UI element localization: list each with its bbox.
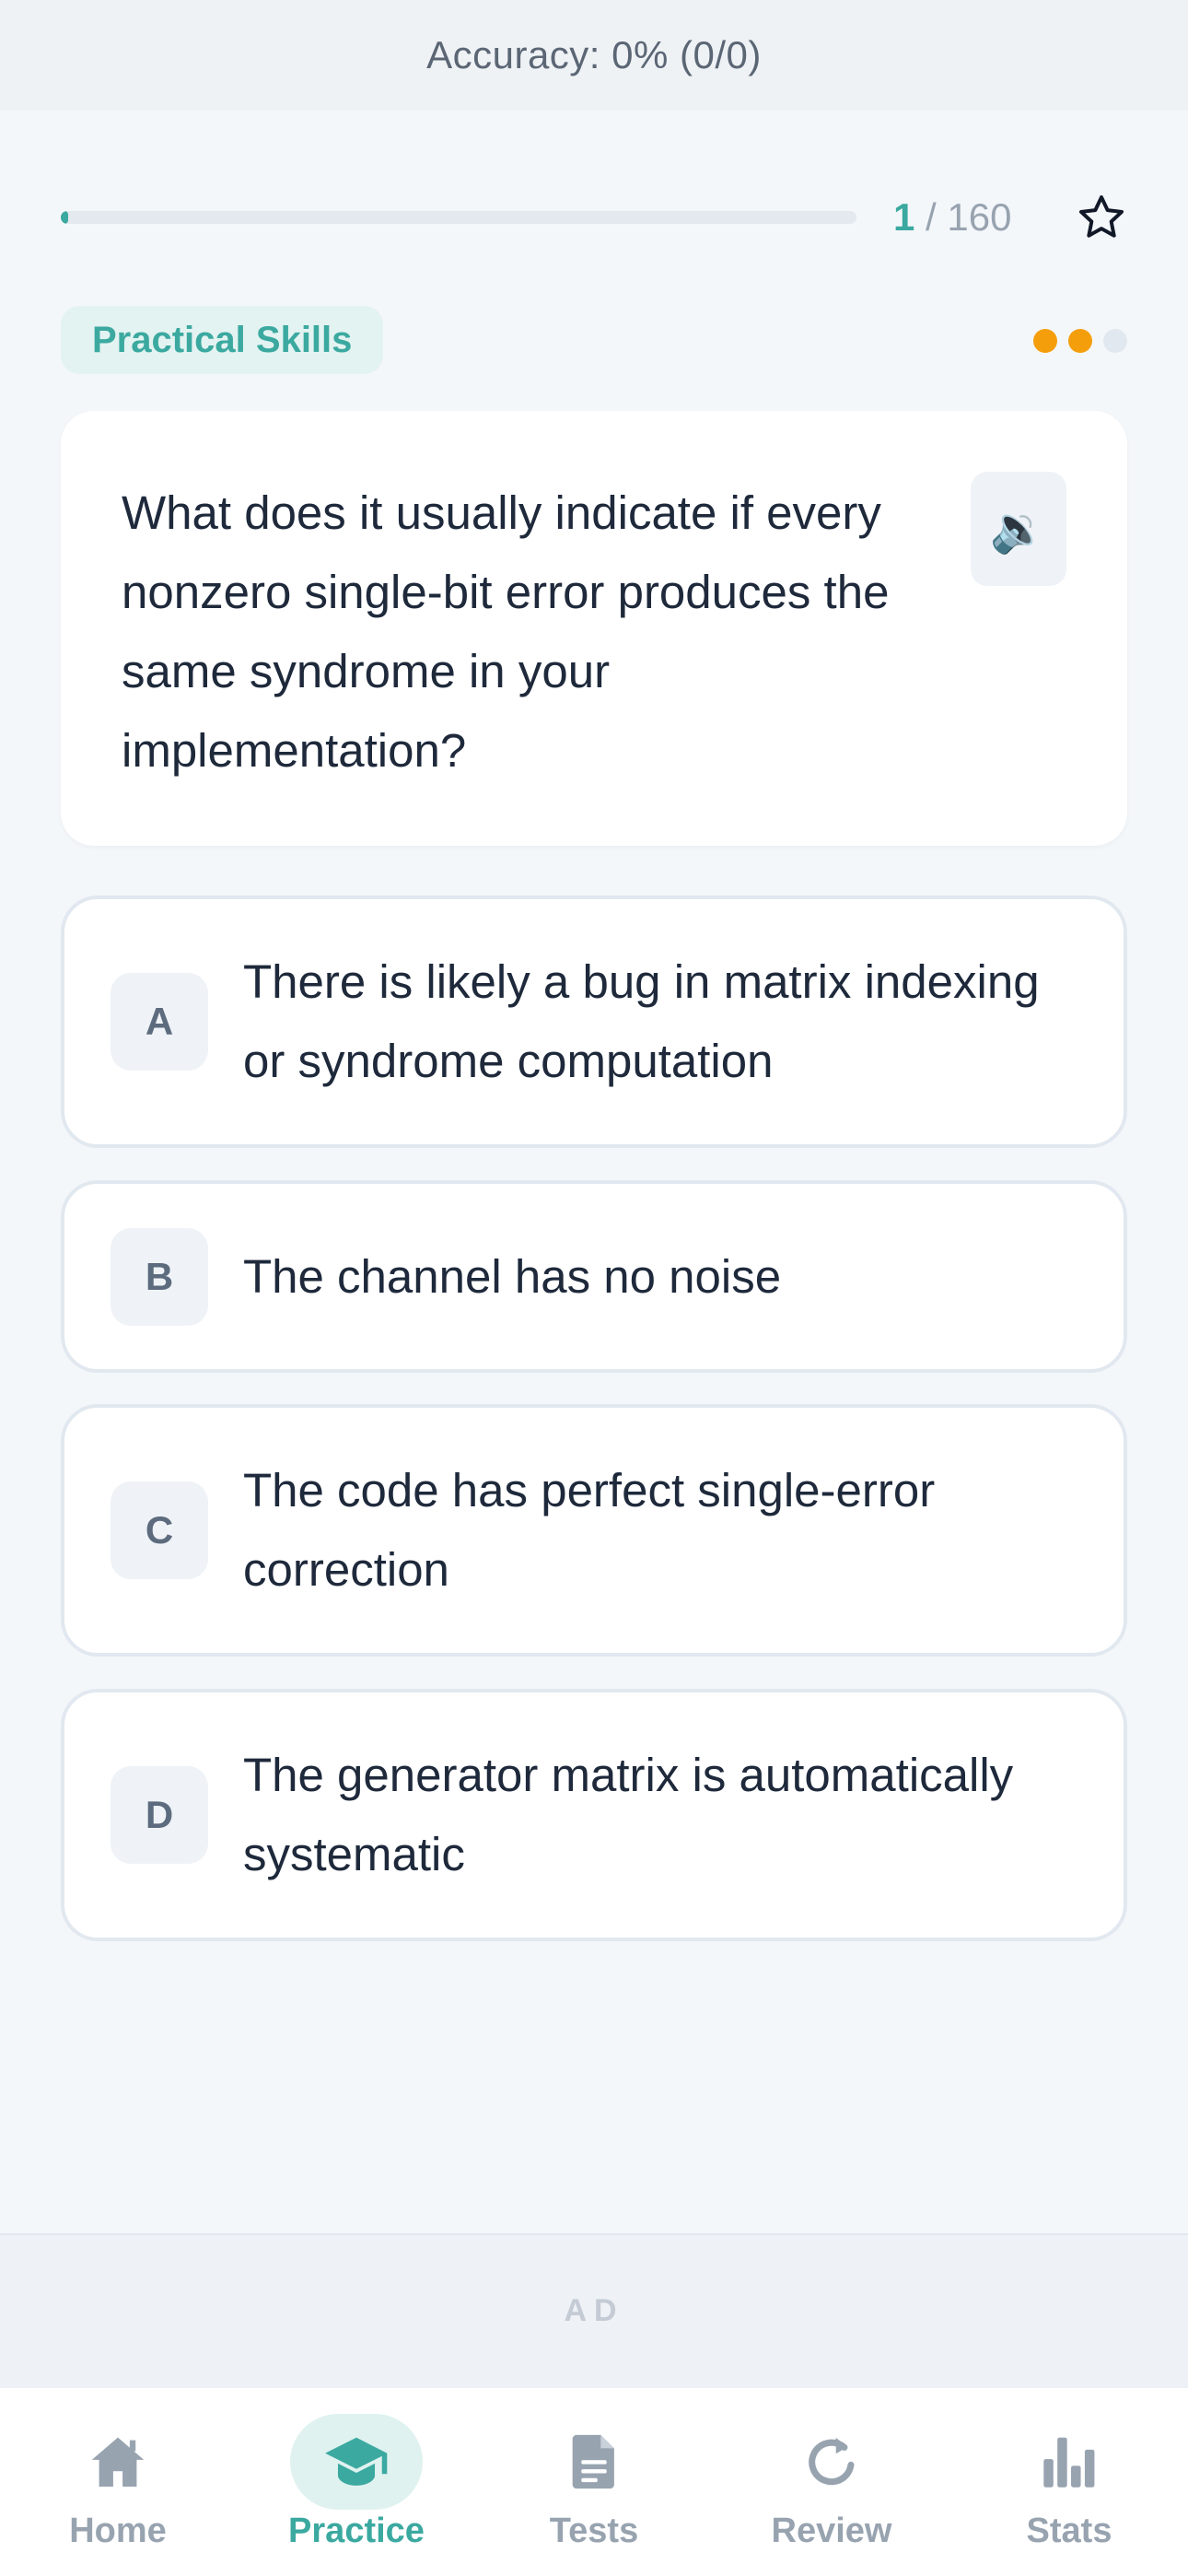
difficulty-dot-filled [1068,329,1092,353]
question-text: What does it usually indicate if every n… [122,486,890,777]
nav-item-home[interactable]: Home [26,2388,210,2576]
option-text: The channel has no noise [243,1249,782,1303]
nav-item-review[interactable]: Review [740,2388,924,2576]
option-letter: D [111,1766,208,1864]
nav-label: Practice [288,2512,425,2550]
accuracy-bar: Accuracy: 0% (0/0) [0,0,1188,111]
answer-option-d[interactable]: D The generator matrix is automatically … [61,1689,1127,1941]
graduation-cap-icon [325,2437,388,2486]
document-icon [572,2434,614,2489]
ad-label: AD [564,2292,624,2328]
option-letter: B [111,1227,208,1326]
option-text: There is likely a bug in matrix indexing… [243,955,1040,1087]
progress-row: 1 / 160 [61,181,1129,254]
difficulty-dot-empty [1103,329,1127,353]
bookmark-button[interactable] [1074,190,1129,245]
speaker-icon: 🔉 [989,503,1048,555]
nav-icon-container [52,2414,184,2510]
star-icon [1078,195,1124,238]
nav-icon-container [290,2414,423,2510]
refresh-icon [809,2437,855,2486]
quiz-screen: Accuracy: 0% (0/0) 1 / 160 Practical Ski… [0,0,1188,2576]
progress-bar-fill [61,211,68,224]
question-card: What does it usually indicate if every n… [61,411,1127,846]
nav-item-practice[interactable]: Practice [264,2388,448,2576]
question-counter: 1 / 160 [893,195,1011,240]
nav-icon-container [1003,2414,1136,2510]
nav-label: Stats [1026,2512,1112,2550]
answer-option-b[interactable]: B The channel has no noise [61,1180,1127,1373]
nav-label: Tests [549,2512,639,2550]
bottom-navigation: Home Practice Tests Review Stats [0,2386,1188,2576]
category-label: Practical Skills [92,319,353,360]
category-badge: Practical Skills [61,306,384,374]
difficulty-indicator [1033,329,1127,353]
nav-item-stats[interactable]: Stats [977,2388,1161,2576]
difficulty-dot-filled [1033,329,1057,353]
nav-item-tests[interactable]: Tests [502,2388,686,2576]
nav-label: Review [771,2512,892,2550]
bar-chart-icon [1043,2437,1095,2488]
nav-label: Home [69,2512,167,2550]
option-letter: C [111,1481,208,1579]
progress-bar [61,211,856,224]
ad-banner[interactable]: AD [0,2233,1188,2386]
answer-option-c[interactable]: C The code has perfect single-error corr… [61,1404,1127,1657]
nav-icon-container [765,2414,898,2510]
read-aloud-button[interactable]: 🔉 [971,472,1066,586]
home-icon [91,2437,145,2487]
option-text: The code has perfect single-error correc… [243,1464,936,1596]
option-letter: A [111,973,208,1071]
option-text: The generator matrix is automatically sy… [243,1749,1014,1880]
question-counter-current: 1 [893,195,915,239]
accuracy-text: Accuracy: 0% (0/0) [426,33,762,76]
answer-option-a[interactable]: A There is likely a bug in matrix indexi… [61,896,1127,1148]
question-counter-total: / 160 [914,195,1012,239]
nav-icon-container [528,2414,660,2510]
